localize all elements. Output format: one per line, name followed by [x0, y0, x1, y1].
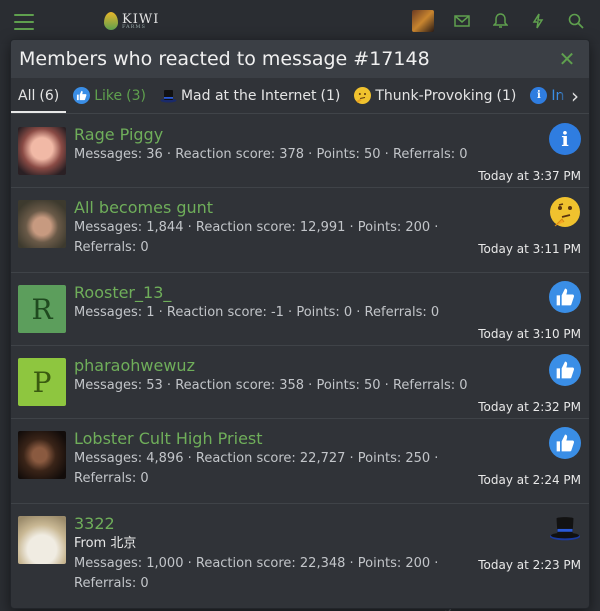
list-item: R Rooster_13_ Messages: 1 · Reaction sco… [11, 273, 589, 346]
tab-count: (6) [39, 87, 60, 104]
list-item: Lobster Cult High Priest Messages: 4,896… [11, 419, 589, 504]
lightning-icon[interactable] [528, 11, 548, 31]
search-icon[interactable] [566, 11, 586, 31]
reaction-time[interactable]: Today at 3:10 PM [478, 327, 581, 341]
tabs-scroll-right-icon[interactable]: › [561, 78, 589, 113]
avatar[interactable] [18, 431, 66, 479]
member-name-link[interactable]: pharaohwewuz [74, 356, 471, 376]
thinking-face-icon [549, 196, 581, 228]
member-stats: Messages: 1,844 · Reaction score: 12,991… [74, 220, 439, 235]
member-name-link[interactable]: Rooster_13_ [74, 283, 471, 303]
thinking-face-icon [354, 87, 372, 104]
logo-mark [104, 12, 118, 30]
tab-count: (1) [320, 87, 341, 104]
like-reaction-icon [549, 281, 581, 313]
member-list: Rage Piggy Messages: 36 · Reaction score… [11, 115, 589, 602]
envelope-icon[interactable] [452, 11, 472, 31]
site-header: KIWI FARMS [0, 0, 600, 44]
modal-header: Members who reacted to message #17148 ✕ [11, 40, 589, 78]
member-stats-cont: Referrals: 0 [74, 576, 149, 591]
list-item: All becomes gunt Messages: 1,844 · React… [11, 188, 589, 273]
tab-thunk-provoking[interactable]: Thunk-Provoking (1) [347, 78, 523, 113]
site-logo[interactable]: KIWI FARMS [104, 12, 159, 30]
info-icon: i [530, 87, 548, 104]
reaction-time[interactable]: Today at 2:32 PM [478, 400, 581, 414]
avatar-letter: R [31, 292, 53, 326]
like-icon [73, 87, 91, 104]
member-stats: Messages: 36 · Reaction score: 378 · Poi… [74, 147, 468, 162]
tab-label: Thunk-Provoking [375, 87, 493, 104]
tab-like[interactable]: Like (3) [66, 78, 153, 113]
tab-count: (1) [496, 87, 517, 104]
like-reaction-icon [549, 354, 581, 386]
member-stats-cont: Referrals: 0 [74, 240, 149, 255]
avatar-letter: P [32, 365, 52, 399]
member-location: From 北京 [74, 536, 137, 551]
reaction-tabs: All (6) Like (3) Mad at the Internet (1)… [11, 78, 589, 114]
member-stats: Messages: 1,000 · Reaction score: 22,348… [74, 556, 439, 571]
member-name-link[interactable]: Lobster Cult High Priest [74, 429, 471, 449]
member-stats: Messages: 1 · Reaction score: -1 · Point… [74, 305, 440, 320]
modal-title: Members who reacted to message #17148 [19, 48, 430, 70]
informative-reaction-icon: i [549, 123, 581, 155]
avatar[interactable]: P [18, 358, 66, 406]
avatar[interactable] [18, 516, 66, 564]
tab-all[interactable]: All (6) [11, 78, 67, 113]
tab-label: Like [94, 87, 123, 104]
tab-count: (3) [126, 87, 146, 104]
member-name-link[interactable]: All becomes gunt [74, 198, 471, 218]
member-stats-cont: Referrals: 0 [74, 471, 149, 486]
reaction-time[interactable]: Today at 3:11 PM [478, 242, 581, 256]
avatar[interactable] [18, 200, 66, 248]
list-item: Rage Piggy Messages: 36 · Reaction score… [11, 115, 589, 188]
tab-label: Mad at the Internet [180, 87, 317, 104]
reaction-time[interactable]: Today at 3:37 PM [478, 169, 581, 183]
bell-icon[interactable] [490, 11, 510, 31]
reactions-modal: Members who reacted to message #17148 ✕ … [10, 39, 590, 609]
close-icon[interactable]: ✕ [557, 49, 577, 69]
top-hat-icon [549, 512, 581, 544]
menu-icon[interactable] [14, 14, 34, 30]
avatar[interactable]: R [18, 285, 66, 333]
list-item: 3322 From 北京 Messages: 1,000 · Reaction … [11, 504, 589, 602]
tab-label: All [18, 87, 36, 104]
tab-mad-at-the-internet[interactable]: Mad at the Internet (1) [153, 78, 347, 113]
list-item: P pharaohwewuz Messages: 53 · Reaction s… [11, 346, 589, 419]
member-stats: Messages: 4,896 · Reaction score: 22,727… [74, 451, 439, 466]
like-reaction-icon [549, 427, 581, 459]
member-stats: Messages: 53 · Reaction score: 358 · Poi… [74, 378, 468, 393]
member-name-link[interactable]: 3322 [74, 514, 471, 534]
top-hat-icon [160, 87, 177, 104]
reaction-time[interactable]: Today at 2:23 PM [478, 558, 581, 572]
user-avatar[interactable] [412, 10, 434, 32]
avatar[interactable] [18, 127, 66, 175]
reaction-time[interactable]: Today at 2:24 PM [478, 473, 581, 487]
member-name-link[interactable]: Rage Piggy [74, 125, 471, 145]
